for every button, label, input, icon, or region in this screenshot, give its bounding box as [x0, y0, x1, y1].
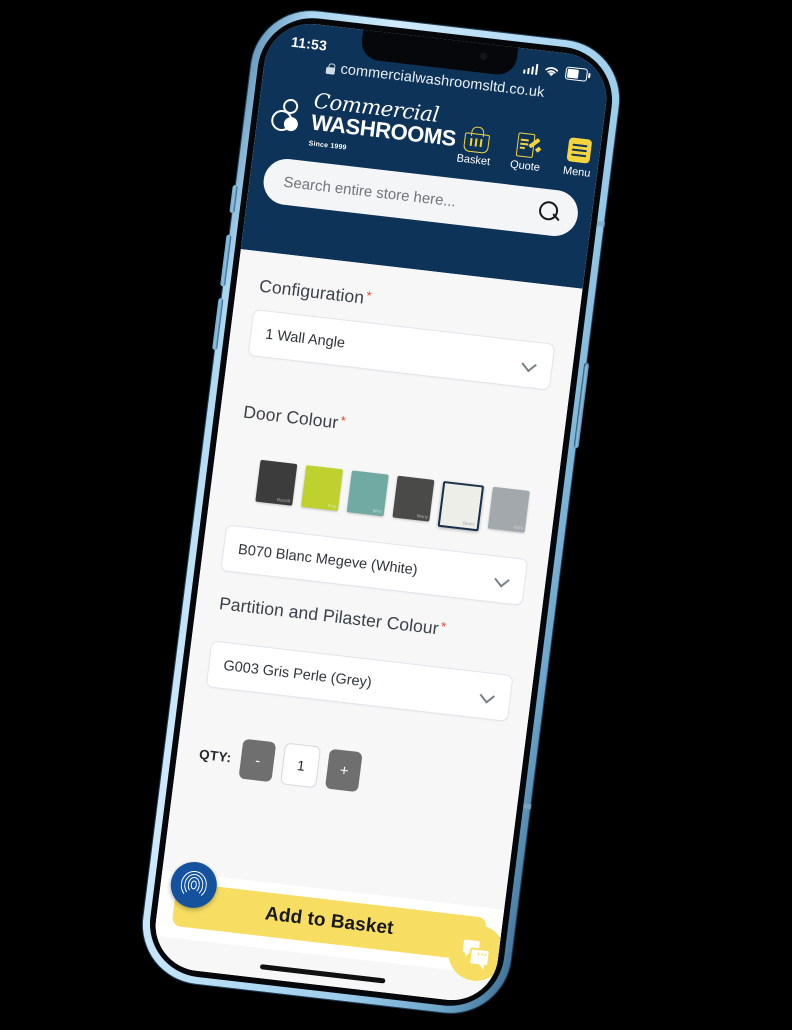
- front-camera: [479, 52, 488, 61]
- phone-mockup: 11:53 commercialwashroomsltd.co.uk Comme…: [135, 4, 631, 1030]
- quote-icon: [514, 130, 542, 159]
- antenna-band-bottom: [522, 803, 532, 810]
- search-icon[interactable]: [536, 199, 563, 226]
- colour-swatch[interactable]: Marq: [392, 475, 435, 522]
- browser-and-site-header: 11:53 commercialwashroomsltd.co.uk Comme…: [240, 18, 612, 289]
- swatch-label: Marq: [416, 513, 429, 520]
- colour-swatch[interactable]: Basalt: [255, 459, 298, 506]
- screenshot-stage: 11:53 commercialwashroomsltd.co.uk Comme…: [0, 0, 792, 1030]
- wifi-icon: [545, 66, 559, 76]
- quantity-input[interactable]: 1: [280, 742, 322, 789]
- door-colour-value: B070 Blanc Megeve (White): [237, 541, 419, 579]
- swatch-label: Pop: [327, 502, 337, 509]
- menu-icon: [565, 136, 593, 165]
- swatch-label: Basalt: [276, 496, 291, 504]
- quantity-increment-button[interactable]: +: [325, 748, 364, 793]
- nav-label-menu: Menu: [562, 164, 592, 180]
- phone-screen: 11:53 commercialwashroomsltd.co.uk Comme…: [150, 18, 612, 1006]
- chevron-down-icon: [480, 689, 495, 703]
- colour-swatch-selected[interactable]: Blanc: [437, 480, 485, 532]
- antenna-band-top: [596, 220, 606, 227]
- quantity-label: QTY:: [198, 746, 233, 765]
- chevron-down-icon: [495, 573, 510, 587]
- chevron-down-icon: [522, 357, 537, 371]
- logo-tagline: Since 1999: [308, 140, 347, 152]
- add-to-basket-button[interactable]: Add to Basket: [171, 881, 487, 962]
- swatch-label: Mint: [372, 508, 383, 515]
- status-time: 11:53: [290, 33, 329, 54]
- swatch-label: Blanc: [462, 520, 476, 527]
- colour-swatch[interactable]: Pop: [301, 465, 344, 512]
- logo-bubbles-icon: [269, 96, 308, 140]
- nav-item-quote[interactable]: Quote: [504, 129, 549, 174]
- nav-item-basket[interactable]: Basket: [453, 123, 498, 168]
- battery-icon: [564, 66, 589, 82]
- basket-icon: [462, 124, 491, 154]
- partition-colour-value: G003 Gris Perle (Grey): [222, 657, 373, 691]
- nav-label-basket: Basket: [455, 152, 491, 169]
- lock-icon: [326, 62, 337, 75]
- swatch-label: Gris: [513, 524, 524, 531]
- search-placeholder: Search entire store here...: [282, 173, 458, 211]
- required-marker: *: [440, 618, 448, 635]
- nav-item-menu[interactable]: Menu: [556, 135, 601, 180]
- configuration-value: 1 Wall Angle: [264, 326, 346, 352]
- configuration-label-text: Configuration: [258, 275, 366, 308]
- required-marker: *: [339, 412, 347, 429]
- quantity-decrement-button[interactable]: -: [238, 738, 277, 783]
- nav-label-quote: Quote: [509, 158, 541, 174]
- colour-swatch[interactable]: Mint: [346, 470, 389, 517]
- colour-swatch[interactable]: Gris: [487, 486, 530, 533]
- signal-bars-icon: [522, 62, 539, 76]
- required-marker: *: [365, 287, 373, 304]
